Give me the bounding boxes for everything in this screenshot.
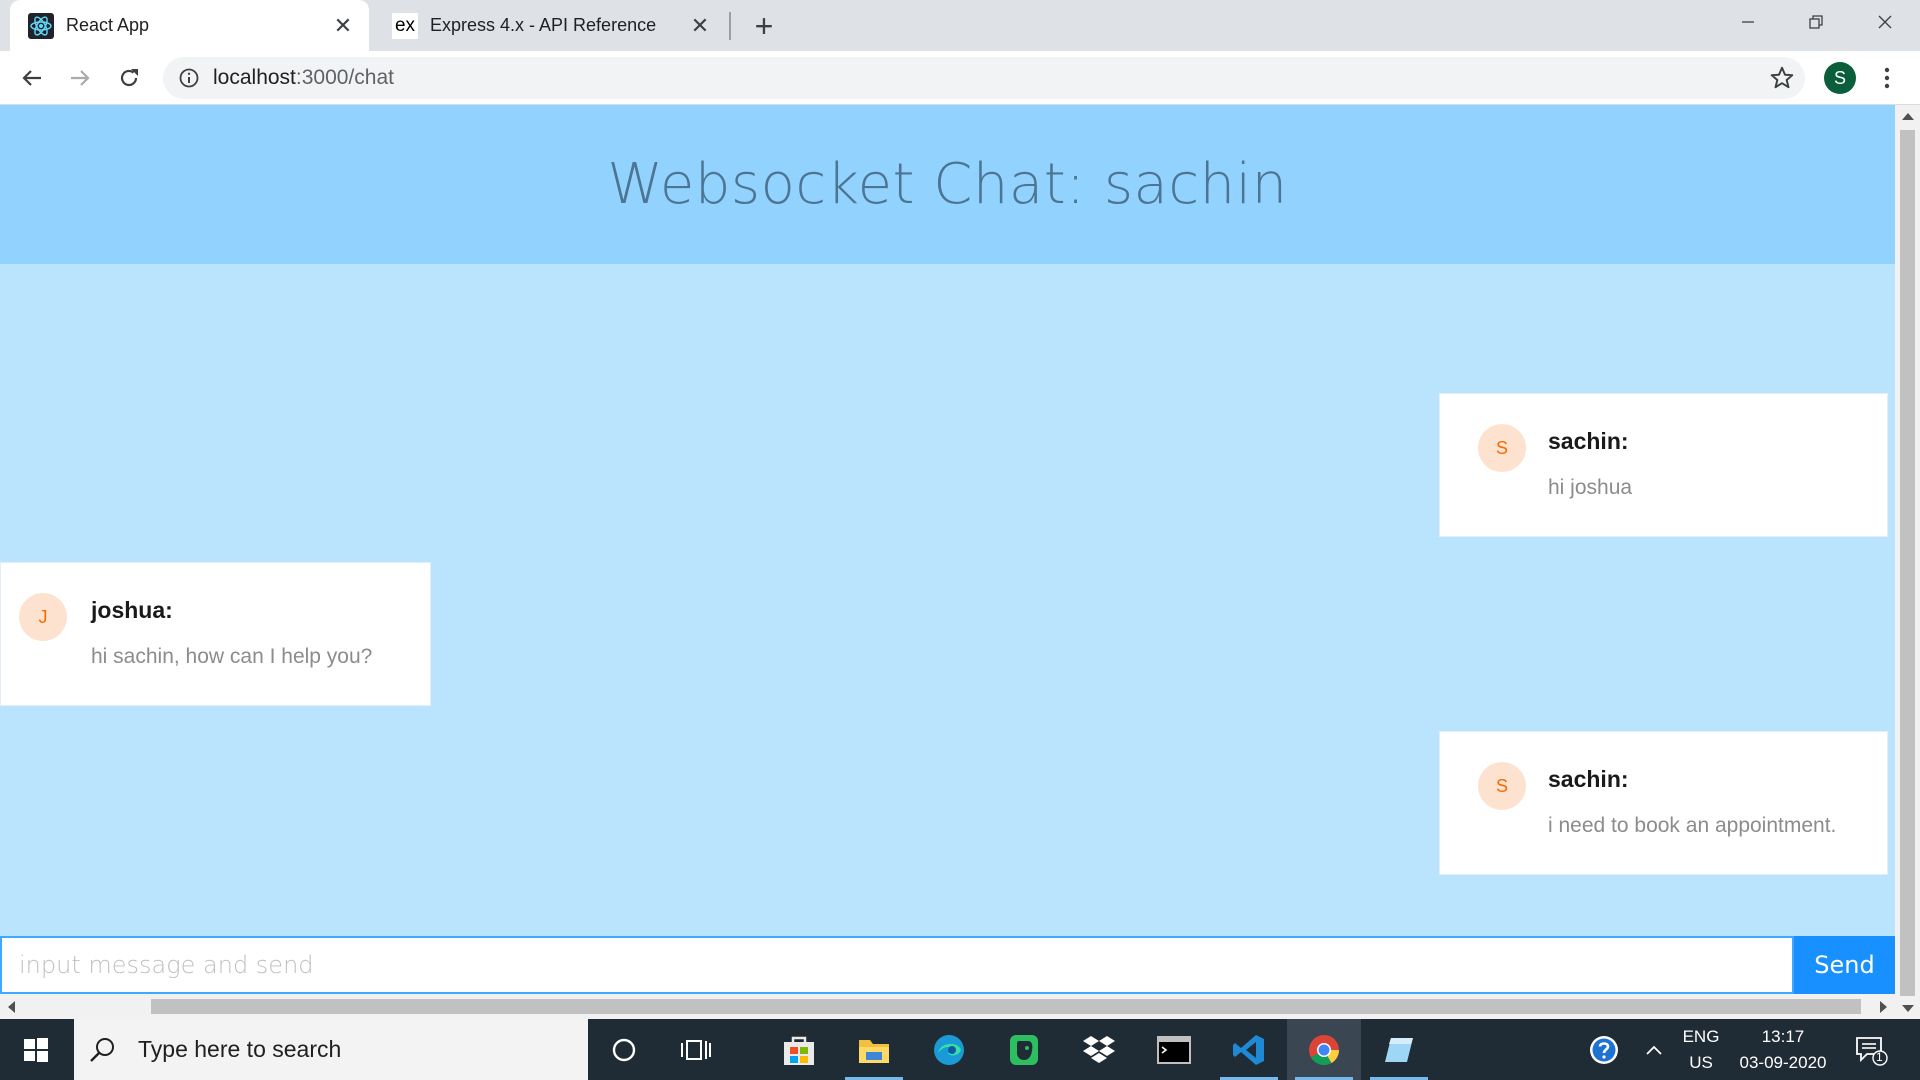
reload-icon[interactable] [110,59,148,97]
tab-express-api-reference[interactable]: ex Express 4.x - API Reference ✕ [374,0,726,51]
notification-count: 1 [1876,1050,1883,1064]
message-input[interactable] [0,936,1794,994]
input-region[interactable]: US [1677,1053,1725,1073]
avatar: S [1478,762,1526,810]
page-viewport: Websocket Chat: sachin S sachin: hi josh… [0,105,1920,1019]
url-host: localhost [213,66,296,89]
scroll-right-arrow-icon[interactable] [1880,1001,1887,1013]
url-text: localhost:3000/chat [213,66,394,90]
horizontal-scrollbar[interactable] [0,994,1895,1019]
scroll-up-arrow-icon[interactable] [1902,113,1914,120]
message-author: sachin: [1548,766,1629,792]
edge-icon[interactable] [912,1019,986,1080]
dropbox-icon[interactable] [1062,1019,1136,1080]
profile-avatar[interactable]: S [1824,62,1856,94]
task-view-icon[interactable] [659,1019,733,1080]
notepad-icon[interactable] [1362,1019,1436,1080]
horizontal-scroll-thumb[interactable] [151,999,1861,1014]
page-title: Websocket Chat: sachin [607,152,1288,217]
tab-separator [729,12,731,40]
express-favicon-icon: ex [392,12,418,39]
search-placeholder: Type here to search [138,1036,342,1062]
evernote-icon[interactable] [987,1019,1061,1080]
browser-menu-icon[interactable] [1872,62,1902,94]
minimize-icon[interactable] [1713,0,1783,44]
browser-tab-strip: React App ✕ ex Express 4.x - API Referen… [0,0,1920,51]
browser-toolbar: localhost:3000/chat S [0,51,1920,105]
search-icon [88,1035,118,1065]
taskbar-search-box[interactable]: Type here to search [74,1019,588,1080]
close-tab-icon[interactable]: ✕ [686,12,714,40]
restore-icon[interactable] [1781,0,1851,44]
chevron-up-icon[interactable] [1631,1019,1677,1080]
address-bar[interactable]: localhost:3000/chat [163,57,1805,99]
message-author: joshua: [91,597,173,623]
terminal-icon[interactable] [1137,1019,1211,1080]
message-text: i need to book an appointment. [1548,814,1837,837]
message-composer: Send [0,936,1895,994]
file-explorer-icon[interactable] [837,1019,911,1080]
close-window-icon[interactable] [1850,0,1920,44]
express-favicon-text: ex [394,14,416,36]
tab-title: React App [66,15,150,35]
message-author: sachin: [1548,428,1629,454]
scroll-down-arrow-icon[interactable] [1902,1005,1914,1012]
chat-message: J joshua: hi sachin, how can I help you? [0,562,431,706]
windows-taskbar: Type here to search ENG US 13:17 03-09-2… [0,1019,1920,1080]
message-text: hi joshua [1548,476,1633,499]
forward-arrow-icon[interactable] [61,59,99,97]
back-arrow-icon[interactable] [13,59,51,97]
clock-time[interactable]: 13:17 [1733,1027,1833,1047]
scroll-left-arrow-icon[interactable] [8,1001,15,1013]
vertical-scrollbar[interactable] [1895,105,1920,1019]
tab-title: Express 4.x - API Reference [430,15,657,35]
cortana-icon[interactable] [587,1019,661,1080]
store-icon[interactable] [762,1019,836,1080]
clock-date[interactable]: 03-09-2020 [1733,1053,1833,1073]
chat-message: S sachin: i need to book an appointment. [1439,731,1888,875]
site-info-icon[interactable] [178,67,200,89]
tab-react-app[interactable]: React App ✕ [10,0,369,51]
send-button[interactable]: Send [1794,936,1895,994]
windows-start-icon[interactable] [0,1019,72,1080]
chrome-icon[interactable] [1287,1019,1361,1080]
chat-header: Websocket Chat: sachin [0,105,1895,264]
chat-message: S sachin: hi joshua [1439,393,1888,537]
react-logo-icon [28,12,54,39]
vscode-icon[interactable] [1212,1019,1286,1080]
notification-center-icon[interactable]: 1 [1840,1019,1902,1080]
avatar: J [19,593,67,641]
url-path: :3000/chat [295,66,394,89]
close-tab-icon[interactable]: ✕ [329,12,357,40]
chat-message-list[interactable]: S sachin: hi joshua J joshua: hi sachin,… [0,264,1895,936]
avatar: S [1478,424,1526,472]
bookmark-star-icon[interactable] [1769,65,1795,91]
input-language[interactable]: ENG [1677,1027,1725,1047]
help-icon[interactable] [1577,1019,1631,1080]
message-text: hi sachin, how can I help you? [91,645,373,668]
new-tab-plus-icon[interactable]: + [748,8,780,44]
vertical-scroll-thumb[interactable] [1900,130,1915,996]
